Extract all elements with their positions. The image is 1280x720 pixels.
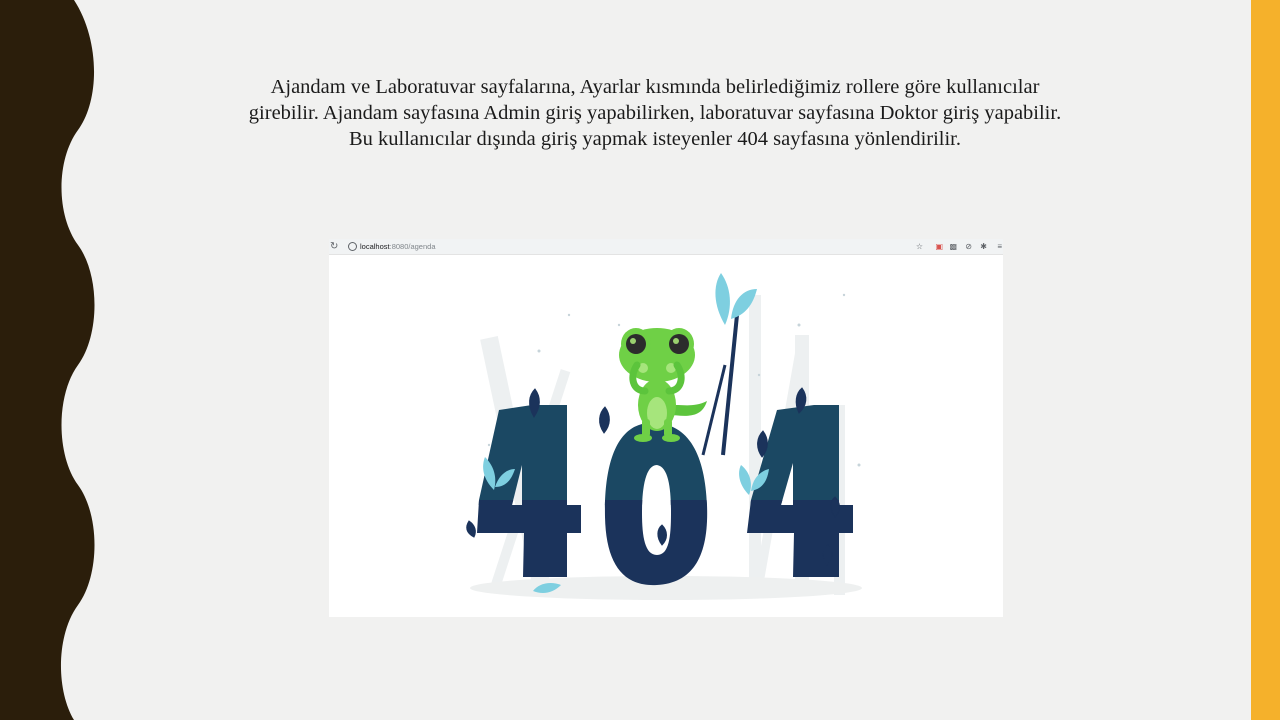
url-host: localhost <box>360 242 390 251</box>
reading-list-icon[interactable]: ≡ <box>997 239 1002 254</box>
wavy-left-band <box>0 0 95 720</box>
url-text[interactable]: localhost:8080/agenda <box>360 239 436 254</box>
error-illustration <box>466 273 862 600</box>
frog-character <box>619 328 707 442</box>
slide-caption: Ajandam ve Laboratuvar sayfalarına, Ayar… <box>210 74 1100 152</box>
reload-icon[interactable]: ↻ <box>330 239 338 254</box>
extension-icon[interactable]: ▩ <box>949 239 957 254</box>
star-icon[interactable]: ☆ <box>916 239 923 254</box>
browser-screenshot: ↻ localhost:8080/agenda ☆ ▣ ▩ ⊘ ✱ ≡ <box>329 239 1003 617</box>
block-icon[interactable]: ⊘ <box>965 239 972 254</box>
extension-icon[interactable]: ▣ <box>935 239 943 254</box>
caption-line: girebilir. Ajandam sayfasına Admin giriş… <box>248 102 1062 124</box>
url-path: :8080/agenda <box>389 242 436 251</box>
site-info-icon[interactable] <box>348 242 357 251</box>
caption-line: Bu kullanıcılar dışında giriş yapmak ist… <box>348 128 962 150</box>
puzzle-icon[interactable]: ✱ <box>980 239 987 254</box>
accent-bar <box>1251 0 1280 720</box>
address-bar[interactable]: ↻ localhost:8080/agenda ☆ ▣ ▩ ⊘ ✱ ≡ <box>329 239 1003 255</box>
caption-line: Ajandam ve Laboratuvar sayfalarına, Ayar… <box>270 76 1040 98</box>
